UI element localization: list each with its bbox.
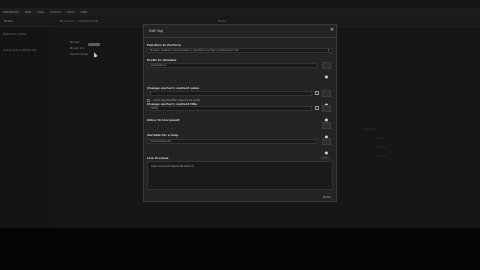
menu-help[interactable]: Help <box>80 10 87 14</box>
done-button[interactable]: Done <box>323 195 331 199</box>
menu-app[interactable]: MarkSharp <box>3 10 19 14</box>
tree-label-bryan: Bryan 2.1 <box>70 46 85 50</box>
chevron-down-icon: ▾ <box>328 48 330 52</box>
copy-button[interactable]: copy <box>320 156 330 160</box>
prefix-label: Prefix to Variable <box>147 58 177 62</box>
calendar-icon[interactable] <box>315 91 319 95</box>
right-panel-item: item 12 <box>375 136 387 140</box>
menu-view[interactable]: View <box>37 10 44 14</box>
tree-node-selected[interactable] <box>88 43 100 46</box>
dot-icon: ● <box>324 74 329 79</box>
menu-actions[interactable]: Actions <box>50 10 61 14</box>
tree-label-alpha: Alpha Notes <box>70 52 89 56</box>
right-panel-item: item 19 <box>375 154 387 158</box>
change-content-button[interactable]: ● <box>322 90 331 107</box>
function-label: Function to Perform <box>147 43 181 47</box>
change-content-input[interactable]: 1 <box>147 91 312 96</box>
toolbar-title: Notes <box>4 19 13 23</box>
prefix-input[interactable]: AnswerNone <box>147 63 317 68</box>
live-preview-box: Options.bind(TAG@VALUE.total.id) <box>147 161 333 190</box>
loop-variable-label: Variable for a loop <box>147 133 179 137</box>
function-select[interactable]: Enable / Disable content based on whethe… <box>147 48 333 53</box>
app-window: MarkSharp Edit View Actions Tools Help N… <box>0 0 480 228</box>
increment-button[interactable]: ● <box>322 122 331 139</box>
sidebar-item-subscription[interactable]: Subscription Notes Q3 <box>3 48 36 52</box>
menu-edit[interactable]: Edit <box>25 10 31 14</box>
sidebar: Research Alpha Subscription Notes Q3 <box>0 27 52 227</box>
loop-variable-button[interactable]: ● <box>322 138 331 155</box>
menu-tools[interactable]: Tools <box>67 10 74 14</box>
live-preview-label: Live Preview <box>147 156 169 160</box>
dot-icon: ● <box>324 150 329 155</box>
toolbar-center-label: Notes <box>218 19 227 23</box>
dialog-divider <box>144 37 336 38</box>
change-title-input[interactable]: 10000 <box>147 106 312 111</box>
edit-tag-dialog: Edit Tag × Function to Perform Enable / … <box>143 24 337 202</box>
tree-label-nodes: Nodes <box>70 40 80 44</box>
close-icon[interactable]: × <box>330 28 334 33</box>
right-panel-item: item 14 <box>375 145 387 149</box>
increment-label: Inline To Increment <box>147 118 180 122</box>
prefix-action-button[interactable]: ● <box>322 62 331 79</box>
change-title-button[interactable]: ● <box>322 105 331 122</box>
calendar-icon[interactable] <box>315 106 319 110</box>
right-panel-item: Untitled 3 <box>362 127 377 131</box>
dialog-title: Edit Tag <box>149 29 163 33</box>
menu-bar: MarkSharp Edit View Actions Tools Help <box>0 8 480 16</box>
loop-variable-input[interactable]: ContentValue.tid <box>147 139 317 144</box>
toolbar-document-title: Bryan 2.1 - Untitled Draft <box>60 19 98 23</box>
live-preview-text: Options.bind(TAG@VALUE.total.id) <box>151 165 194 168</box>
sidebar-item-research[interactable]: Research Alpha <box>3 32 26 36</box>
change-content-label: Change anchor's content value <box>147 86 200 90</box>
mouse-cursor <box>92 51 98 58</box>
